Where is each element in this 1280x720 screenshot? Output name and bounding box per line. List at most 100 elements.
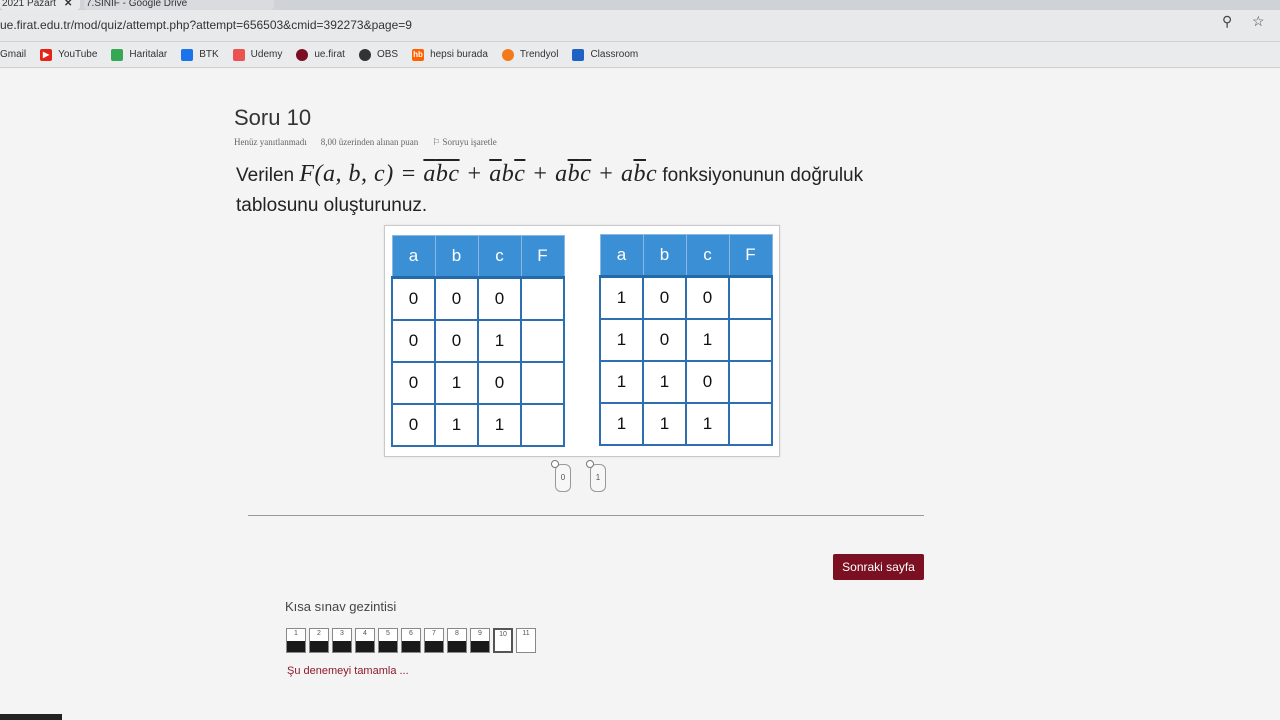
nav-question-9[interactable]: 9 — [470, 628, 490, 653]
drop-zone-f[interactable] — [728, 317, 773, 362]
column-header: b — [434, 235, 479, 279]
drop-zone-f[interactable] — [520, 318, 565, 363]
question-points: 8,00 üzerinden alınan puan — [320, 137, 419, 147]
table-header-row: a b c F — [599, 234, 773, 278]
drop-zone-f[interactable] — [728, 401, 773, 446]
table-cell: 1 — [599, 317, 644, 362]
table-cell: 0 — [685, 359, 730, 404]
tab-pazart[interactable]: 2021 Pazart ✕ — [0, 0, 80, 10]
question-info: Henüz yanıtlanmadı 8,00 üzerinden alınan… — [234, 137, 497, 148]
divider — [248, 515, 924, 516]
nav-question-2[interactable]: 2 — [309, 628, 329, 653]
table-row: 000 — [391, 276, 565, 321]
zoom-icon[interactable]: ⚲ — [1222, 13, 1232, 30]
flag-question-link[interactable]: ⚐ Soruyu işaretle — [432, 137, 497, 148]
nav-question-5[interactable]: 5 — [378, 628, 398, 653]
drag-handle-icon[interactable] — [586, 460, 594, 468]
drag-handle-icon[interactable] — [551, 460, 559, 468]
classroom-icon — [572, 48, 585, 61]
table-cell: 1 — [599, 275, 644, 320]
bookmark-label: Classroom — [590, 49, 639, 60]
nav-question-1[interactable]: 1 — [286, 628, 306, 653]
bookmark-label: Udemy — [250, 49, 283, 60]
table-cell: 0 — [477, 276, 522, 321]
nav-question-7[interactable]: 7 — [424, 628, 444, 653]
column-header: b — [642, 234, 687, 278]
drag-item-label: 1 — [595, 473, 601, 482]
tab-google-drive[interactable]: 7.SINIF - Google Drive — [84, 0, 274, 10]
table-cell: 1 — [685, 401, 730, 446]
truth-table-frame: a b c F 000 001 010 011 a b c F 100 101 … — [384, 225, 780, 457]
table-cell: 0 — [391, 318, 436, 363]
bookmark-hepsiburada[interactable]: hb hepsi burada — [412, 48, 488, 61]
trendyol-icon — [501, 48, 514, 61]
table-row: 100 — [599, 275, 773, 320]
column-header: F — [728, 234, 773, 278]
bookmark-uefirat[interactable]: ue.firat — [296, 48, 345, 61]
table-row: 110 — [599, 359, 773, 404]
bookmark-label: Gmail — [0, 49, 27, 60]
table-row: 011 — [391, 402, 565, 447]
bookmark-gmail[interactable]: Gmail — [0, 49, 26, 60]
drop-zone-f[interactable] — [520, 276, 565, 321]
table-row: 111 — [599, 401, 773, 446]
quiz-navigation: 1 2 3 4 5 6 7 8 9 10 11 — [286, 628, 536, 653]
table-cell: 0 — [434, 318, 479, 363]
column-header: c — [685, 234, 730, 278]
column-header: c — [477, 235, 522, 279]
bookmark-label: YouTube — [58, 49, 98, 60]
bookmark-btk[interactable]: BTK — [181, 48, 219, 61]
nav-question-4[interactable]: 4 — [355, 628, 375, 653]
close-icon[interactable]: ✕ — [64, 0, 72, 9]
table-row: 010 — [391, 360, 565, 405]
bookmark-classroom[interactable]: Classroom — [572, 48, 639, 61]
quiz-page: Soru 10 Henüz yanıtlanmadı 8,00 üzerinde… — [0, 69, 1280, 720]
bookmark-label: Trendyol — [519, 49, 559, 60]
bookmark-label: Haritalar — [129, 49, 168, 60]
bookmark-udemy[interactable]: Udemy — [232, 48, 283, 61]
column-header: a — [599, 234, 644, 278]
column-header: a — [391, 235, 436, 279]
table-cell: 1 — [434, 360, 479, 405]
question-status: Henüz yanıtlanmadı — [234, 137, 307, 147]
tab-label: 2021 Pazart — [2, 0, 56, 9]
bookmark-label: hepsi burada — [430, 49, 488, 60]
flag-icon: ⚐ — [432, 137, 443, 147]
globe-icon — [358, 48, 371, 61]
nav-question-8[interactable]: 8 — [447, 628, 467, 653]
table-cell: 0 — [685, 275, 730, 320]
hepsiburada-icon: hb — [412, 48, 425, 61]
table-cell: 0 — [642, 275, 687, 320]
bookmark-trendyol[interactable]: Trendyol — [501, 48, 559, 61]
nav-question-6[interactable]: 6 — [401, 628, 421, 653]
tab-label: 7.SINIF - Google Drive — [86, 0, 188, 9]
uefirat-icon — [296, 48, 309, 61]
udemy-icon — [232, 48, 245, 61]
finish-attempt-link[interactable]: Şu denemeyi tamamla ... — [287, 665, 409, 677]
drop-zone-f[interactable] — [728, 275, 773, 320]
bookmark-haritalar[interactable]: Haritalar — [111, 48, 168, 61]
table-cell: 1 — [477, 318, 522, 363]
quiz-navigation-title: Kısa sınav gezintisi — [285, 599, 397, 614]
bookmark-youtube[interactable]: ▶ YouTube — [40, 48, 98, 61]
table-row: 001 — [391, 318, 565, 363]
drop-zone-f[interactable] — [520, 402, 565, 447]
table-cell: 0 — [391, 402, 436, 447]
drag-item-1[interactable]: 1 — [586, 460, 606, 492]
bookmark-obs[interactable]: OBS — [358, 48, 398, 61]
drag-item-0[interactable]: 0 — [551, 460, 571, 492]
nav-question-3[interactable]: 3 — [332, 628, 352, 653]
question-text: Verilen F(a, b, c) = abc + abc + abc + a… — [236, 159, 936, 221]
drop-zone-f[interactable] — [728, 359, 773, 404]
table-cell: 1 — [642, 401, 687, 446]
table-row: 101 — [599, 317, 773, 362]
nav-question-10[interactable]: 10 — [493, 628, 513, 653]
table-cell: 0 — [434, 276, 479, 321]
next-page-button[interactable]: Sonraki sayfa — [833, 554, 924, 580]
nav-question-11[interactable]: 11 — [516, 628, 536, 653]
star-icon[interactable]: ☆ — [1252, 13, 1265, 30]
boolean-formula: F(a, b, c) = abc + abc + abc + abc — [299, 161, 658, 187]
url-field[interactable]: ue.firat.edu.tr/mod/quiz/attempt.php?att… — [0, 18, 412, 32]
bookmarks-bar: Gmail ▶ YouTube Haritalar BTK Udemy ue.fi… — [0, 42, 1280, 68]
drop-zone-f[interactable] — [520, 360, 565, 405]
